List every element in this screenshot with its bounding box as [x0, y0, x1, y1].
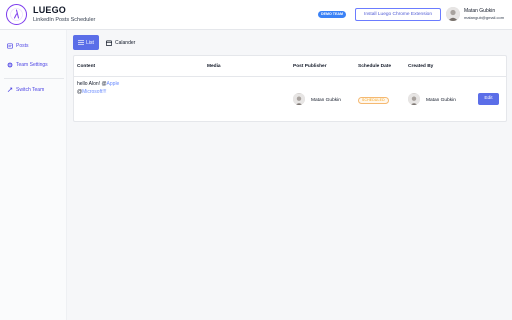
publisher-name: Matan Gubkin [311, 98, 341, 103]
header-divider [74, 76, 506, 77]
luego-logo-icon [6, 4, 27, 25]
sidebar-item-label: Posts [16, 42, 29, 49]
mention-link[interactable]: Microsoft!!! [82, 89, 106, 95]
sidebar-item-label: Team Settings [16, 61, 48, 68]
list-icon [78, 40, 85, 45]
post-text: hello Alon! @ [77, 81, 107, 87]
app-title: LUEGO [33, 5, 67, 15]
column-header-content: Content [77, 64, 96, 69]
tab-list-label: List [86, 39, 94, 46]
column-header-created-by: Created By [408, 64, 434, 69]
app-header: LUEGO LinkedIn Posts Scheduler DEMO TEAM… [0, 0, 512, 30]
switch-icon [7, 87, 13, 92]
calendar-icon [106, 40, 112, 46]
install-extension-button[interactable]: Install Luego Chrome Extension [355, 8, 441, 21]
tab-calendar-label: Calander [115, 39, 136, 46]
mention-link[interactable]: Apple [107, 81, 120, 87]
status-badge: SCHEDULED [358, 97, 389, 104]
publisher-avatar [293, 93, 305, 105]
creator-avatar [408, 93, 420, 105]
app-subtitle: LinkedIn Posts Scheduler [33, 17, 96, 23]
team-badge[interactable]: DEMO TEAM [318, 11, 346, 18]
column-header-schedule-date: Schedule Date [358, 64, 392, 69]
posts-icon [7, 42, 13, 49]
column-header-media: Media [207, 64, 221, 69]
creator-name: Matan Gubkin [426, 98, 456, 103]
gear-icon [7, 62, 13, 67]
post-content-line: @Microsoft!!! [77, 89, 107, 95]
sidebar-item-team-settings[interactable]: Team Settings [7, 60, 48, 69]
sidebar-divider [4, 78, 64, 79]
user-avatar[interactable] [446, 7, 460, 21]
edit-button[interactable]: Edit [478, 93, 499, 105]
sidebar-item-posts[interactable]: Posts [7, 41, 29, 50]
user-email: matangub@gmail.com [464, 15, 505, 20]
user-name: Matan Gubkin [464, 8, 496, 14]
sidebar-item-label: Switch Team [16, 86, 45, 93]
sidebar-item-switch-team[interactable]: Switch Team [7, 85, 44, 94]
post-content: hello Alon! @Apple [77, 81, 119, 87]
tab-list[interactable]: List [73, 35, 99, 50]
posts-table: Content Media Post Publisher Schedule Da… [73, 55, 507, 122]
sidebar: Posts Team Settings Switch Team [0, 30, 67, 320]
column-header-publisher: Post Publisher [293, 64, 327, 69]
tab-calendar[interactable]: Calander [106, 35, 135, 50]
